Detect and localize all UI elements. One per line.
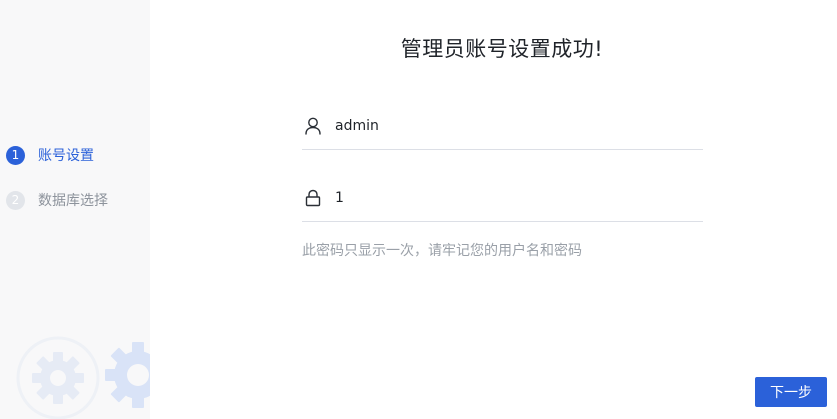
sidebar: 1 账号设置 2 数据库选择	[0, 0, 150, 419]
step-account-settings[interactable]: 1 账号设置	[6, 145, 108, 165]
gears-icon	[16, 336, 150, 419]
setup-wizard: 1 账号设置 2 数据库选择 管理员账号设置成功! admin 1 此密码只显示…	[0, 0, 837, 419]
next-button[interactable]: 下一步	[755, 377, 827, 407]
lock-icon	[303, 188, 323, 208]
username-value: admin	[335, 117, 379, 134]
step-number: 1	[6, 145, 25, 165]
password-hint: 此密码只显示一次，请牢记您的用户名和密码	[302, 243, 582, 259]
step-label: 账号设置	[38, 148, 94, 164]
password-value: 1	[335, 189, 344, 206]
username-field: admin	[302, 102, 703, 150]
step-database-select[interactable]: 2 数据库选择	[6, 190, 108, 210]
password-field: 1	[302, 174, 703, 222]
step-label: 数据库选择	[38, 193, 108, 209]
user-icon	[303, 116, 323, 136]
step-list: 1 账号设置 2 数据库选择	[6, 145, 108, 235]
step-number: 2	[6, 190, 25, 210]
page-title: 管理员账号设置成功!	[400, 37, 604, 61]
